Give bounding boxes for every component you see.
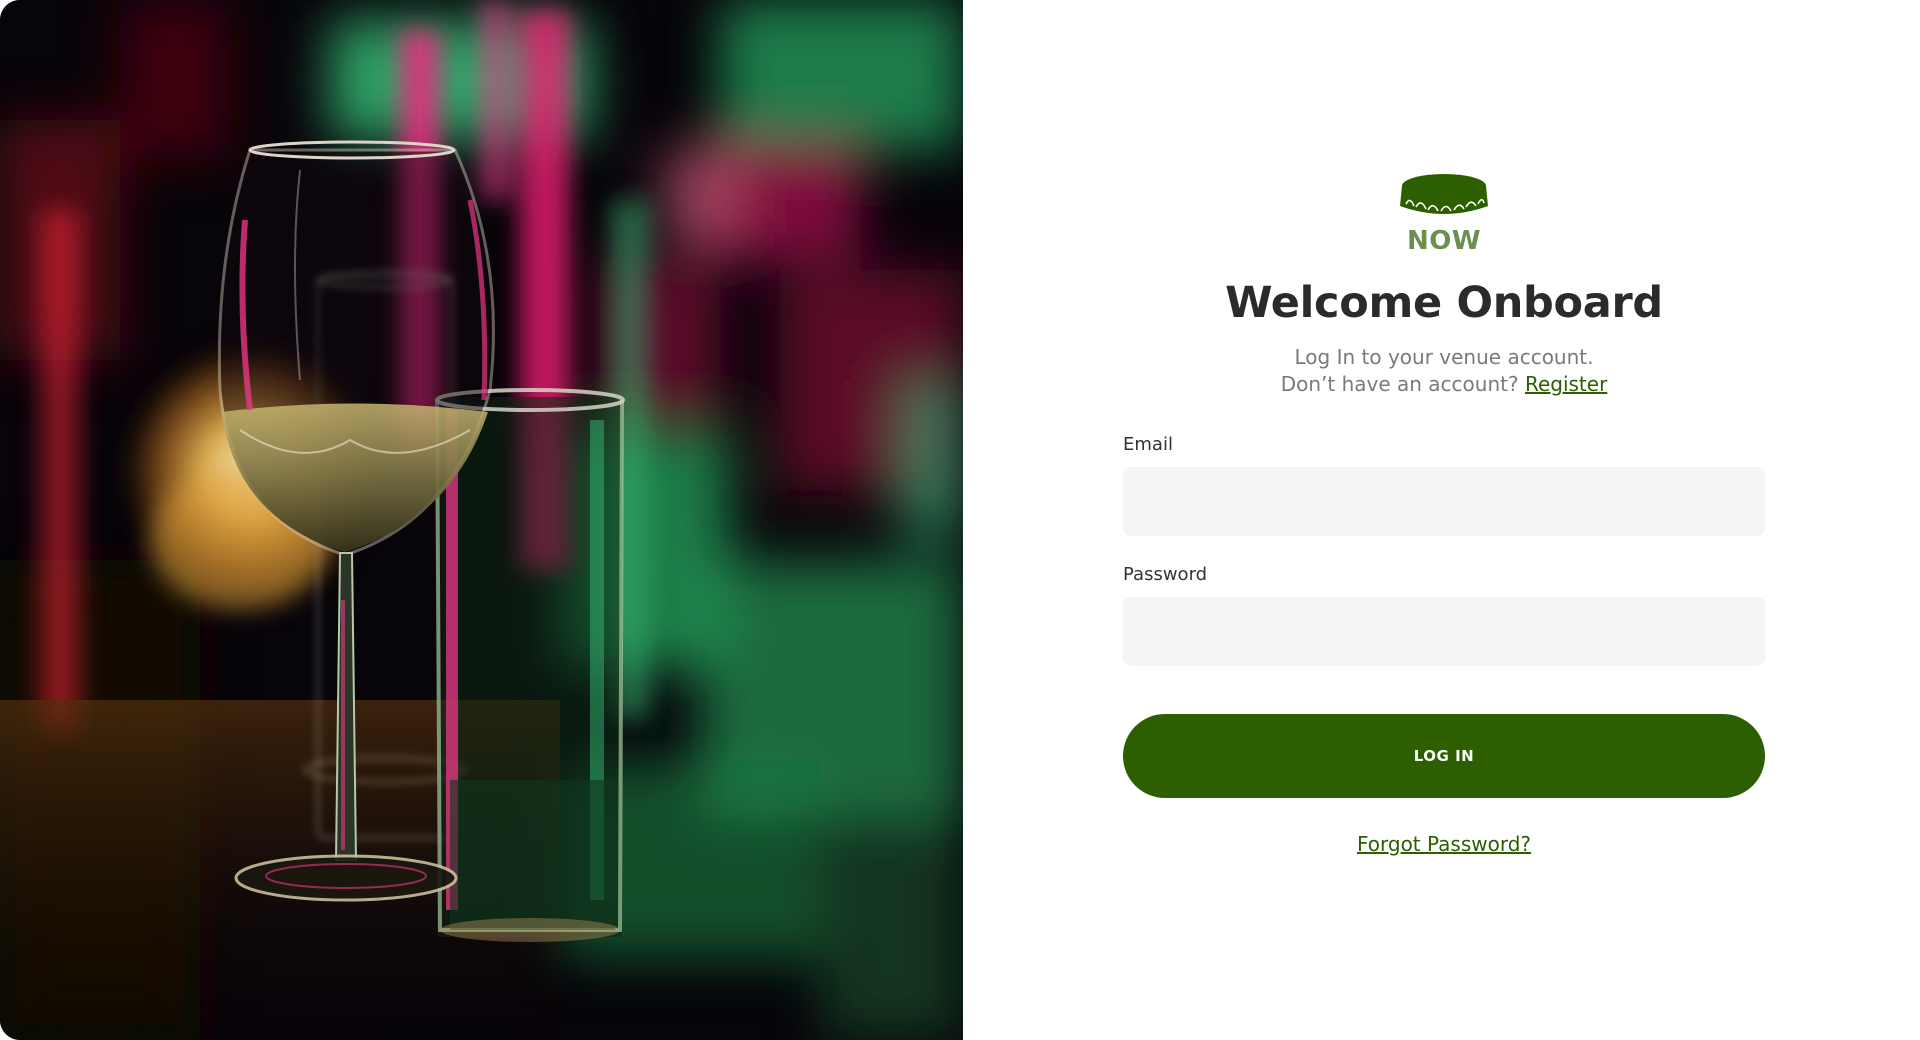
login-form: NOW Welcome Onboard Log In to your venue…: [1123, 170, 1765, 856]
register-prompt-text: Don’t have an account?: [1280, 372, 1519, 396]
password-label: Password: [1123, 564, 1208, 585]
register-prompt: Don’t have an account? Register: [1123, 371, 1765, 398]
bottle-cap-icon: [1400, 174, 1488, 214]
login-button[interactable]: LOG IN: [1123, 714, 1765, 798]
brand-wordmark: NOW: [1406, 226, 1482, 256]
forgot-password-row: Forgot Password?: [1123, 832, 1765, 856]
subtitle-line: Log In to your venue account.: [1294, 345, 1594, 369]
subtitle: Log In to your venue account. Don’t have…: [1123, 344, 1765, 398]
email-group: Email: [1123, 434, 1765, 536]
hero-photo: [0, 0, 963, 1040]
email-field[interactable]: [1123, 467, 1765, 536]
email-label: Email: [1123, 434, 1173, 455]
forgot-password-link[interactable]: Forgot Password?: [1357, 832, 1531, 856]
login-page: NOW Welcome Onboard Log In to your venue…: [0, 0, 1920, 1040]
password-field[interactable]: [1123, 597, 1765, 666]
wine-bar-photo: [0, 0, 963, 1040]
page-title: Welcome Onboard: [1225, 278, 1663, 328]
brand-logo: NOW: [1123, 170, 1765, 256]
login-panel: NOW Welcome Onboard Log In to your venue…: [963, 0, 1920, 1040]
register-link[interactable]: Register: [1525, 372, 1607, 396]
password-group: Password: [1123, 564, 1765, 666]
